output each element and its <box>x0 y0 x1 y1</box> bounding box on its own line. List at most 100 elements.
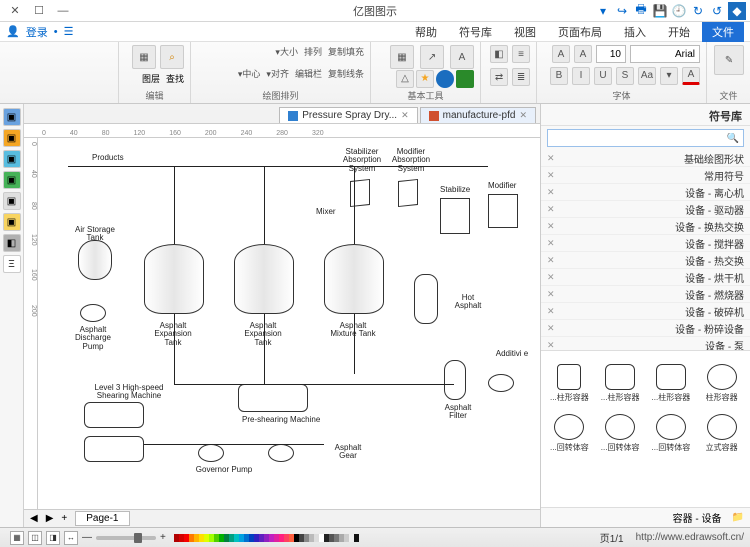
close-icon[interactable]: ✕ <box>401 110 409 121</box>
underline-icon[interactable]: U <box>594 67 612 85</box>
close-icon[interactable]: ✕ <box>547 323 555 334</box>
list-item[interactable]: 设备 - 泵✕ <box>541 337 750 350</box>
list-item[interactable]: 设备 - 燃烧器✕ <box>541 286 750 303</box>
lt-6-icon[interactable]: ▣ <box>3 213 21 231</box>
align-btn3-icon[interactable]: ≣ <box>512 68 530 86</box>
center-button[interactable]: 中心▾ <box>238 67 261 80</box>
sb-grid-icon[interactable]: ▦ <box>10 531 24 545</box>
zoom-in-icon[interactable]: + <box>160 532 166 543</box>
list-item[interactable]: 常用符号✕ <box>541 167 750 184</box>
italic-icon[interactable]: I <box>572 67 590 85</box>
bold-icon[interactable]: B <box>550 67 568 85</box>
sb-fit-icon[interactable]: ↔ <box>64 531 78 545</box>
shape-circle-icon[interactable] <box>436 70 454 88</box>
lt-7-icon[interactable]: ◧ <box>3 234 21 252</box>
shape-cell[interactable]: 柱形容器 <box>697 355 746 403</box>
align-button[interactable]: 对齐▾ <box>266 67 289 80</box>
lt-3-icon[interactable]: ▣ <box>3 150 21 168</box>
doctab-1[interactable]: Pressure Spray Dry...✕ <box>279 107 417 123</box>
hot-asphalt-vessel[interactable] <box>414 274 438 324</box>
tank-2[interactable] <box>234 244 294 314</box>
shape-cell[interactable]: 回转体容... <box>545 405 594 453</box>
modifier-hopper[interactable] <box>398 179 418 207</box>
lt-4-icon[interactable]: ▣ <box>3 171 21 189</box>
qa-print-icon[interactable]: 🖶 <box>633 3 649 19</box>
shape-cell[interactable]: 立式容器 <box>697 405 746 453</box>
shape-cell[interactable]: 回转体容... <box>596 405 645 453</box>
arrange-button[interactable]: 排列 <box>304 45 322 58</box>
font-size-select[interactable] <box>596 45 626 63</box>
qa-redo-icon[interactable]: ↻ <box>690 3 706 19</box>
shape-cell[interactable]: 柱形容器... <box>647 355 696 403</box>
page-nav-prev[interactable]: ◀ <box>30 513 38 524</box>
shape-cell[interactable]: 柱形容器... <box>545 355 594 403</box>
font-family-select[interactable] <box>630 45 700 63</box>
connector-tool-icon[interactable]: ↗ <box>420 45 444 69</box>
shearing-l3-1[interactable] <box>84 402 144 428</box>
size-button[interactable]: 大小▾ <box>275 45 298 58</box>
case-icon[interactable]: Aa <box>638 67 656 85</box>
menutab-pagelayout[interactable]: 页面布局 <box>548 22 612 42</box>
lt-2-icon[interactable]: ▣ <box>3 129 21 147</box>
hamburger-icon[interactable]: ☰ <box>64 25 74 38</box>
close-icon[interactable]: ✕ <box>547 153 555 164</box>
stabilizer-hopper[interactable] <box>350 179 370 207</box>
shape-rect-icon[interactable] <box>456 70 474 88</box>
menutab-home[interactable]: 开始 <box>658 22 700 42</box>
governor-pump-2[interactable] <box>268 444 294 462</box>
shape-cell[interactable]: 回转体容... <box>647 405 696 453</box>
list-item[interactable]: 设备 - 驱动器✕ <box>541 201 750 218</box>
drawing-canvas[interactable]: Products Modifier Absorption System Stab… <box>38 138 540 509</box>
brush-icon[interactable]: ✎ <box>714 45 744 75</box>
login-link[interactable]: ☰ • 登录 👤 <box>6 24 73 40</box>
close-icon[interactable]: ✕ <box>4 2 26 20</box>
close-icon[interactable]: ✕ <box>547 340 555 351</box>
governor-pump-1[interactable] <box>198 444 224 462</box>
shape-star-icon[interactable]: ★ <box>416 70 434 88</box>
close-icon[interactable]: ✕ <box>547 170 555 181</box>
list-item[interactable]: 设备 - 热交换✕ <box>541 252 750 269</box>
list-item[interactable]: 设备 - 换热交换✕ <box>541 218 750 235</box>
list-item[interactable]: 基础绘图形状✕ <box>541 150 750 167</box>
qa-arrow-icon[interactable]: ↪ <box>614 3 630 19</box>
stabilize-box[interactable] <box>440 198 470 234</box>
sb-view2-icon[interactable]: ◨ <box>46 531 60 545</box>
symbol-search-input[interactable] <box>547 129 744 147</box>
drawer-icon[interactable]: 📁 <box>732 512 744 523</box>
close-icon[interactable]: ✕ <box>519 110 527 121</box>
air-storage-tank[interactable] <box>78 240 112 280</box>
shearing-l3-2[interactable] <box>84 436 144 462</box>
zoom-out-icon[interactable]: — <box>82 532 92 543</box>
font-shrink-icon[interactable]: A <box>552 45 570 63</box>
zoom-slider[interactable] <box>96 536 156 540</box>
qa-save-icon[interactable]: 💾 <box>652 3 668 19</box>
page-nav-next[interactable]: ▶ <box>46 513 54 524</box>
shape-tri-icon[interactable]: △ <box>396 70 414 88</box>
text-tool-icon[interactable]: A <box>450 45 474 69</box>
list-item[interactable]: 设备 - 离心机✕ <box>541 184 750 201</box>
highlight-icon[interactable]: ▾ <box>660 67 678 85</box>
lt-1-icon[interactable]: ▣ <box>3 108 21 126</box>
menutab-symbols[interactable]: 符号库 <box>449 22 502 42</box>
maximize-icon[interactable]: ☐ <box>28 2 50 20</box>
modifier-box[interactable] <box>488 194 518 228</box>
font-color-icon[interactable]: A <box>682 67 700 85</box>
find-icon[interactable]: ⌕ <box>160 45 184 69</box>
align-btn4-icon[interactable]: ⇄ <box>490 68 508 86</box>
lt-8-icon[interactable]: Ξ <box>3 255 21 273</box>
color-swatches[interactable] <box>174 534 359 542</box>
tank-3[interactable] <box>324 244 384 314</box>
editbar-button[interactable]: 编辑栏 <box>295 67 322 80</box>
close-icon[interactable]: ✕ <box>547 238 555 249</box>
lt-5-icon[interactable]: ▣ <box>3 192 21 210</box>
close-icon[interactable]: ✕ <box>547 204 555 215</box>
font-grow-icon[interactable]: A <box>574 45 592 63</box>
close-icon[interactable]: ✕ <box>547 272 555 283</box>
close-icon[interactable]: ✕ <box>547 289 555 300</box>
layers-icon[interactable]: ▦ <box>132 45 156 69</box>
doctab-0[interactable]: manufacture-pfd✕ <box>420 107 536 123</box>
qa-pin-icon[interactable]: ▾ <box>595 3 611 19</box>
discharge-pump[interactable] <box>80 304 106 322</box>
page-add[interactable]: + <box>61 513 67 524</box>
qa-clock-icon[interactable]: 🕘 <box>671 3 687 19</box>
